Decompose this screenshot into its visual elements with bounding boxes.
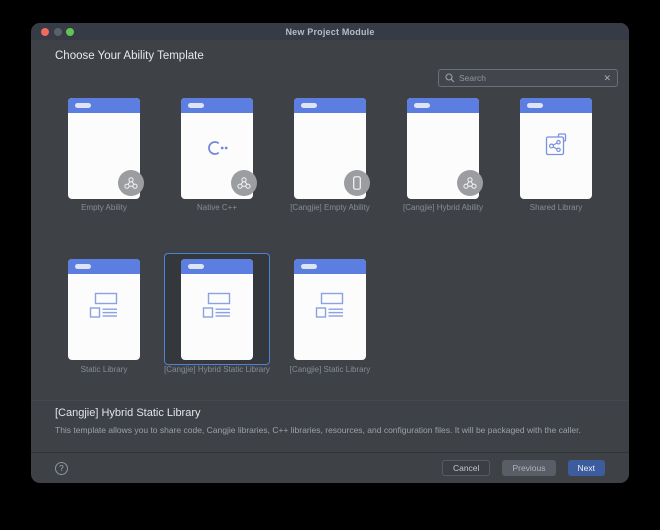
hub-icon (237, 177, 251, 189)
template-label: Native C++ (196, 203, 238, 212)
search-box[interactable]: ✕ (438, 69, 618, 87)
card-header-bar (294, 98, 366, 113)
hub-icon (124, 177, 138, 189)
minimize-button[interactable] (53, 27, 62, 36)
card-header-pill (188, 264, 204, 269)
cpp-icon (208, 141, 228, 155)
library-icon (315, 292, 344, 318)
ability-badge (344, 170, 370, 196)
card-header-pill (414, 103, 430, 108)
hub-icon (463, 177, 477, 189)
search-input[interactable] (459, 73, 604, 83)
template-description: [Cangjie] Hybrid Static Library This tem… (31, 400, 629, 436)
page-title: Choose Your Ability Template (55, 50, 204, 62)
template-label: [Cangjie] Hybrid Static Library (164, 365, 270, 374)
template-card-static-library[interactable] (68, 259, 140, 360)
card-header-bar (68, 98, 140, 113)
template-label: Empty Ability (81, 203, 127, 212)
library-icon (202, 292, 231, 318)
traffic-lights (41, 27, 74, 36)
ability-badge (231, 170, 257, 196)
template-card-cangjie-hybrid-ability[interactable] (407, 98, 483, 199)
template-label: Shared Library (529, 203, 583, 212)
card-header-bar (520, 98, 592, 113)
footer-bar: ? Cancel Previous Next (31, 452, 629, 483)
card-header-pill (301, 103, 317, 108)
previous-button[interactable]: Previous (502, 460, 556, 476)
template-card-cangjie-hybrid-static-library-selected[interactable] (181, 259, 253, 360)
card-header-bar (181, 259, 253, 274)
template-card-cangjie-static-library[interactable] (294, 259, 366, 360)
card-header-bar (68, 259, 140, 274)
description-title: [Cangjie] Hybrid Static Library (55, 407, 201, 419)
cancel-button[interactable]: Cancel (441, 460, 491, 476)
window-title: New Project Module (285, 26, 375, 37)
new-project-module-window: New Project Module Choose Your Ability T… (31, 23, 629, 483)
card-header-pill (188, 103, 204, 108)
card-header-pill (301, 264, 317, 269)
template-label: [Cangjie] Hybrid Ability (402, 203, 484, 212)
clear-search-icon[interactable]: ✕ (603, 73, 611, 83)
card-header-bar (181, 98, 253, 113)
template-card-empty-ability[interactable] (68, 98, 144, 199)
card-header-bar (294, 259, 366, 274)
template-card-cangjie-empty-ability[interactable] (294, 98, 370, 199)
card-header-pill (75, 264, 91, 269)
ability-badge (118, 170, 144, 196)
template-label: [Cangjie] Empty Ability (290, 203, 370, 212)
window-titlebar: New Project Module (31, 23, 629, 40)
ability-badge (457, 170, 483, 196)
search-icon (445, 73, 455, 83)
phone-icon (353, 176, 361, 190)
close-button[interactable] (41, 27, 49, 36)
card-header-pill (75, 103, 91, 108)
template-card-native-cpp[interactable] (181, 98, 257, 199)
shared-doc-icon (545, 133, 567, 156)
help-button[interactable]: ? (55, 461, 68, 475)
template-card-shared-library[interactable] (520, 98, 592, 199)
zoom-button[interactable] (66, 27, 74, 36)
description-body: This template allows you to share code, … (55, 425, 581, 435)
next-button[interactable]: Next (567, 460, 605, 476)
template-label: Static Library (80, 365, 128, 374)
library-icon (89, 292, 118, 318)
card-header-pill (527, 103, 543, 108)
card-header-bar (407, 98, 479, 113)
template-label: [Cangjie] Static Library (289, 365, 371, 374)
